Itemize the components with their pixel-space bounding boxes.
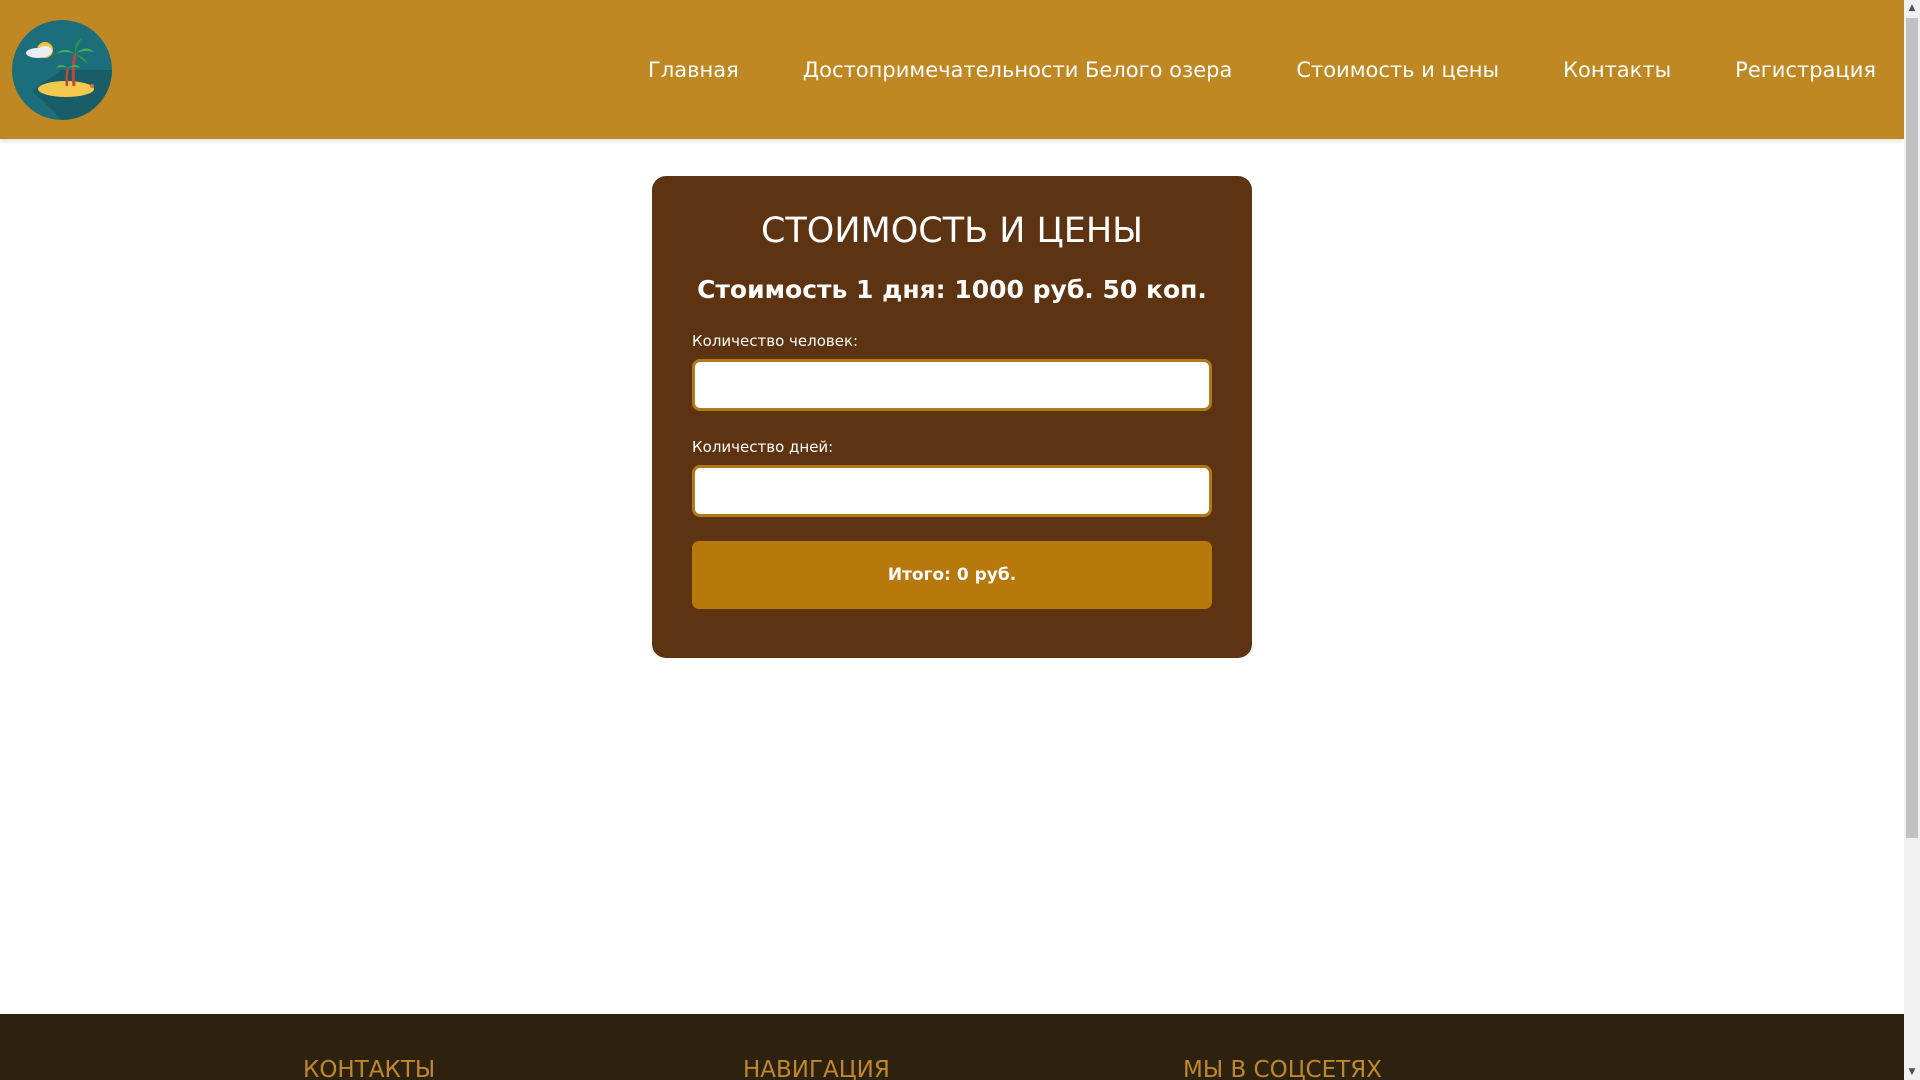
days-count-input[interactable] <box>692 464 1212 517</box>
nav-link-home[interactable]: Главная <box>648 58 739 82</box>
nav-link-prices[interactable]: Стоимость и цены <box>1296 58 1499 82</box>
vertical-scrollbar[interactable]: ▲ ▼ <box>1904 0 1920 1080</box>
footer-social-heading: Мы в соцсетях <box>1183 1057 1382 1080</box>
page: Главная Достопримечательности Белого озе… <box>0 0 1904 1080</box>
scroll-down-arrow-icon[interactable]: ▼ <box>1904 1064 1920 1080</box>
site-header: Главная Достопримечательности Белого озе… <box>0 0 1904 139</box>
island-palm-logo-icon[interactable] <box>12 20 112 120</box>
footer-navigation-heading: Навигация <box>743 1057 890 1080</box>
people-count-input[interactable] <box>692 358 1212 411</box>
total-button[interactable]: Итого: 0 руб. <box>692 540 1212 609</box>
nav-link-registration[interactable]: Регистрация <box>1735 58 1876 82</box>
days-count-label: Количество дней: <box>692 437 834 456</box>
nav-link-contacts[interactable]: Контакты <box>1563 58 1671 82</box>
price-per-day: Стоимость 1 дня: 1000 руб. 50 коп. <box>697 274 1207 304</box>
footer-contacts-heading: Контакты <box>303 1057 436 1080</box>
main-navigation: Главная Достопримечательности Белого озе… <box>584 0 1876 139</box>
site-footer: Контакты Навигация Мы в соцсетях <box>0 1014 1904 1080</box>
scroll-up-arrow-icon[interactable]: ▲ <box>1904 0 1920 16</box>
price-calculator-card: СТОИМОСТЬ И ЦЕНЫ Стоимость 1 дня: 1000 р… <box>652 176 1252 658</box>
people-count-label: Количество человек: <box>692 331 859 350</box>
nav-link-sights[interactable]: Достопримечательности Белого озера <box>803 58 1233 82</box>
scrollbar-thumb[interactable] <box>1906 18 1918 838</box>
page-title: СТОИМОСТЬ И ЦЕНЫ <box>760 211 1144 251</box>
